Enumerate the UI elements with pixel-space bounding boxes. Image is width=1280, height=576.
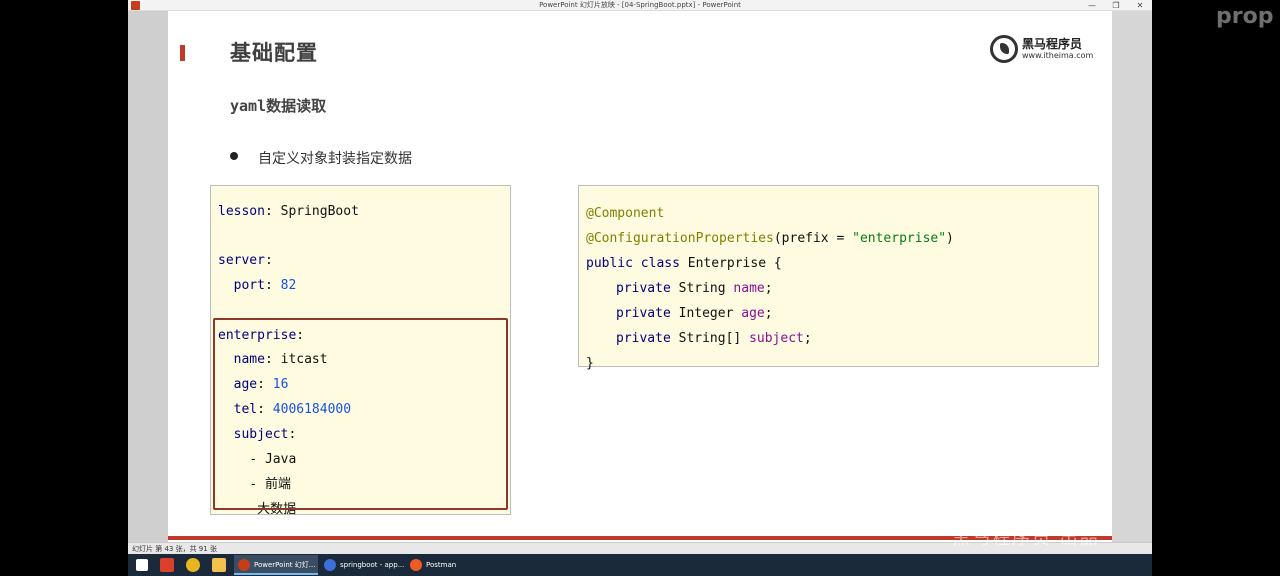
powerpoint-icon	[238, 559, 250, 571]
title-bar: PowerPoint 幻灯片放映 - [04-SpringBoot.pptx] …	[128, 0, 1152, 11]
java-code-box: @Component @ConfigurationProperties(pref…	[578, 185, 1099, 371]
postman-icon	[410, 559, 422, 571]
slide-area: 基础配置 yaml数据读取 自定义对象封装指定数据 黑马程序员 www.ithe…	[128, 11, 1152, 542]
logo-url: www.itheima.com	[1022, 51, 1094, 60]
slide[interactable]: 基础配置 yaml数据读取 自定义对象封装指定数据 黑马程序员 www.ithe…	[168, 11, 1112, 542]
yaml-line: server:	[218, 253, 273, 268]
minimize-button[interactable]: —	[1080, 0, 1104, 11]
vertical-scrollbar[interactable]	[1112, 11, 1152, 542]
file-explorer-icon[interactable]	[212, 558, 226, 572]
taskbar-item-postman[interactable]: Postman	[406, 555, 486, 575]
chrome-icon[interactable]	[186, 558, 200, 572]
yaml-line: enterprise:	[218, 328, 305, 343]
code-line: private String[] subject;	[616, 331, 812, 346]
app-icon-1[interactable]	[160, 558, 174, 572]
horse-logo-icon	[990, 35, 1018, 63]
code-line: @Component	[586, 206, 665, 221]
task-label: springboot - app...	[340, 561, 405, 569]
code-line: public class Enterprise {	[586, 256, 782, 271]
window-title: PowerPoint 幻灯片放映 - [04-SpringBoot.pptx] …	[539, 1, 741, 9]
restore-button[interactable]: ❐	[1104, 0, 1128, 11]
taskbar-item-intellij[interactable]: springboot - app...	[320, 555, 404, 575]
code-line: private String name;	[616, 281, 773, 296]
yaml-line: name: itcast	[233, 352, 328, 367]
yaml-line: port: 82	[233, 278, 297, 293]
task-label: Postman	[426, 561, 457, 569]
task-label: PowerPoint 幻灯...	[254, 561, 316, 569]
bullet-icon	[230, 152, 238, 160]
yaml-line: age: 16	[233, 377, 289, 392]
logo-brand: 黑马程序员	[1022, 37, 1083, 51]
code-line: @ConfigurationProperties(prefix = "enter…	[586, 231, 954, 246]
title-accent-bar	[180, 45, 185, 61]
taskbar: PowerPoint 幻灯... springboot - app... Pos…	[128, 554, 1152, 576]
bullet-text: 自定义对象封装指定数据	[258, 151, 412, 167]
watermark-bottom: 黑马程序员 出品	[952, 528, 1100, 549]
slide-subtitle: yaml数据读取	[230, 97, 327, 115]
watermark-top: prop	[1216, 4, 1274, 29]
yaml-code-box: lesson: SpringBoot server: port: 82 enterp…	[210, 185, 511, 517]
yaml-line: - 前端	[249, 477, 291, 492]
yaml-line: - Java	[249, 452, 297, 467]
page-title: 基础配置	[230, 41, 318, 65]
code-line: private Integer age;	[616, 306, 773, 321]
yaml-line: subject:	[233, 427, 297, 442]
powerpoint-window: PowerPoint 幻灯片放映 - [04-SpringBoot.pptx] …	[128, 0, 1152, 554]
code-line: }	[586, 356, 594, 371]
yaml-line: lesson: SpringBoot	[218, 204, 359, 219]
yaml-line: tel: 4006184000	[233, 402, 352, 417]
close-button[interactable]: ✕	[1128, 0, 1152, 11]
intellij-icon	[324, 559, 336, 571]
taskbar-item-powerpoint[interactable]: PowerPoint 幻灯...	[234, 555, 318, 575]
itheima-logo: 黑马程序员 www.itheima.com	[990, 33, 1094, 65]
yaml-line: - 大数据	[241, 502, 297, 517]
windows-start-icon[interactable]	[136, 559, 148, 571]
screen: PowerPoint 幻灯片放映 - [04-SpringBoot.pptx] …	[0, 0, 1280, 576]
